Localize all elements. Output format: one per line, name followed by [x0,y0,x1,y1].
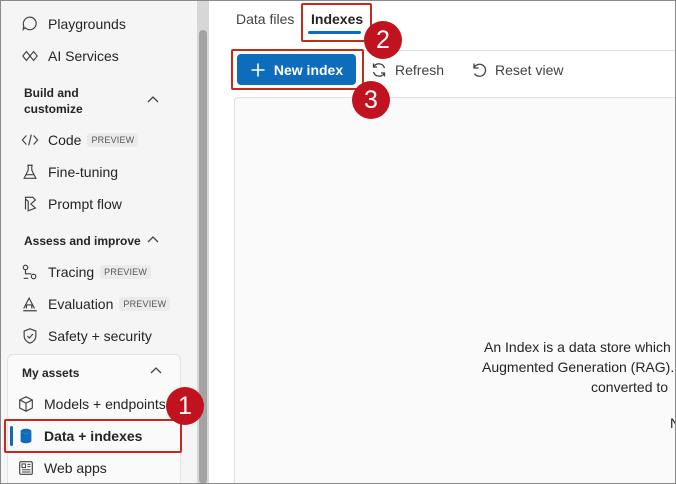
preview-badge: PREVIEW [100,265,152,279]
sidebar-item-label: Playgrounds [48,16,126,32]
chevron-up-icon[interactable] [146,233,160,247]
description-line: converted to [591,379,669,395]
cube-icon [16,394,36,414]
section-title: Assess and improve [24,234,141,248]
empty-state-panel [234,97,676,484]
sidebar-item-code[interactable]: Code PREVIEW [10,125,190,155]
sidebar-item-label: Models + endpoints [44,396,166,412]
evaluation-icon [20,294,40,314]
flask-icon [20,162,40,182]
sidebar-item-web-apps[interactable]: Web apps [6,453,186,483]
sidebar-item-label: Tracing [48,264,95,280]
refresh-button[interactable]: Refresh [370,60,444,80]
sidebar-item-evaluation[interactable]: Evaluation PREVIEW [10,289,190,319]
playground-icon [20,14,40,34]
code-icon [20,130,40,150]
sidebar-item-prompt-flow[interactable]: Prompt flow [10,189,190,219]
description-line: N [670,415,676,431]
sidebar-item-playgrounds[interactable]: Playgrounds [10,9,190,39]
step-marker-3: 3 [352,81,390,119]
sidebar-item-label: Prompt flow [48,196,122,212]
sidebar-item-tracing[interactable]: Tracing PREVIEW [10,257,190,287]
refresh-icon [370,61,388,79]
reset-view-label: Reset view [495,62,564,78]
sidebar-item-label: Safety + security [48,328,152,344]
description-line: An Index is a data store which a [484,339,676,355]
tab-data-files[interactable]: Data files [236,11,294,27]
shield-icon [20,326,40,346]
section-title: My assets [22,366,80,380]
step-marker-1: 1 [166,387,204,425]
sidebar-item-safety-security[interactable]: Safety + security [10,321,190,351]
highlight-box-data-indexes [4,419,182,453]
preview-badge: PREVIEW [87,133,139,147]
sidebar-item-label: Code [48,132,82,148]
sidebar-item-label: AI Services [48,48,119,64]
chevron-up-icon[interactable] [146,93,160,107]
step-marker-2: 2 [364,21,402,59]
sidebar-item-fine-tuning[interactable]: Fine-tuning [10,157,190,187]
web-app-icon [16,458,36,478]
reset-view-button[interactable]: Reset view [470,60,563,80]
highlight-box-new-index [231,49,364,90]
highlight-box-indexes-tab [301,3,372,42]
prompt-flow-icon [20,194,40,214]
sidebar-item-label: Evaluation [48,296,114,312]
ai-services-icon [20,46,40,66]
reset-icon [470,61,488,79]
preview-badge: PREVIEW [119,297,171,311]
sidebar-item-label: Fine-tuning [48,164,119,180]
sidebar-item-ai-services[interactable]: AI Services [10,41,190,71]
chevron-up-icon[interactable] [149,364,163,378]
sidebar-item-label: Web apps [44,460,107,476]
tracing-icon [20,262,40,282]
sidebar-item-models-endpoints[interactable]: Models + endpoints [6,389,186,419]
description-line: Augmented Generation (RAG). A [482,359,676,375]
refresh-label: Refresh [395,62,445,78]
